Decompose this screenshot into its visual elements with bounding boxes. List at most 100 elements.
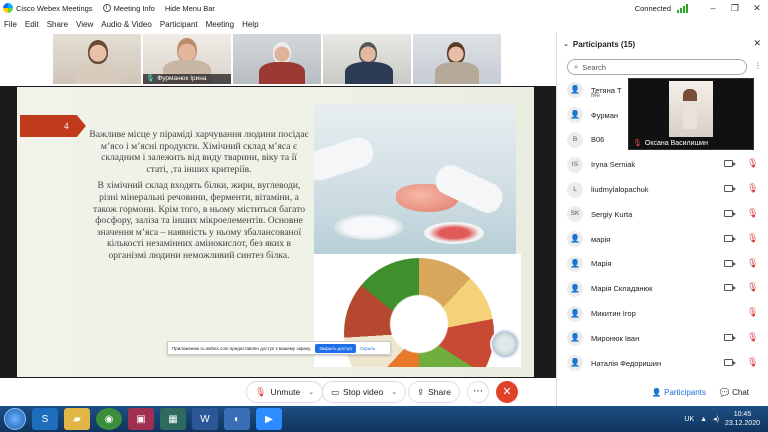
start-button[interactable] (4, 408, 26, 430)
share-notice-text: Приложению ru.webex.com предоставлен дос… (172, 345, 312, 351)
camera-icon (724, 259, 736, 267)
clock[interactable]: 10:45 23.12.2020 (725, 410, 760, 428)
participant-name: Наталія Федоришин (591, 358, 662, 368)
unmute-button[interactable]: 🎙 Unmute ⌄ (246, 381, 324, 403)
video-thumbnail-strip: 🎙 Фурманюк Ірина (0, 32, 556, 86)
restore-icon[interactable]: ❐ (724, 3, 746, 14)
collapse-chevron-icon[interactable]: ⌄ (563, 40, 569, 48)
menu-participant[interactable]: Participant (160, 20, 198, 29)
hide-notice-button[interactable]: Скрыть (360, 346, 375, 351)
mic-muted-icon: 🎙 (747, 356, 759, 367)
video-thumbnail[interactable] (233, 34, 321, 84)
language-indicator[interactable]: UK (684, 416, 694, 423)
participant-row[interactable]: 👤 Марія Складанюк 🎙 (557, 276, 768, 301)
mic-muted-icon: 🎙 (747, 282, 759, 293)
participant-name: Микитин Ігор (591, 309, 636, 319)
mic-muted-icon: 🎙 (747, 207, 759, 218)
panel-tabs: 👤 Participants 💬 Chat (557, 378, 768, 406)
slide-number: 4 (20, 115, 86, 137)
mic-muted-icon: 🎙 (255, 386, 267, 397)
webex-task-icon[interactable]: ◐ (224, 408, 250, 430)
chevron-down-icon[interactable]: ⌄ (308, 388, 314, 396)
participant-row[interactable]: 👤 Марія 🎙 (557, 252, 768, 277)
participant-name: Марія (591, 259, 612, 269)
network-icon[interactable]: ▲ (700, 416, 707, 423)
webex-logo-icon (3, 3, 13, 13)
screen-share-notice: Приложению ru.webex.com предоставлен дос… (167, 341, 391, 355)
minimize-icon[interactable]: – (702, 3, 724, 13)
chat-tab[interactable]: 💬 Chat (720, 388, 749, 397)
hide-menu-bar-button[interactable]: Hide Menu Bar (165, 4, 215, 13)
slide-paragraph-1: Важливе місце у піраміді харчування люди… (89, 129, 309, 175)
system-tray: UK ▲ ◂) 10:45 23.12.2020 (684, 406, 768, 432)
participants-title: Participants (15) (572, 39, 636, 49)
search-placeholder: Search (582, 62, 606, 72)
participant-name: Iryna Serniak (591, 160, 636, 170)
participant-row[interactable]: IS Iryna Serniak 🎙 (557, 152, 768, 177)
participant-name: Марія Складанюк (591, 284, 653, 294)
windows-taskbar: S ▰ ◉ ▣ ▦ W ◐ ▶ UK ▲ ◂) 10:45 23.12.2020 (0, 406, 768, 432)
menu-audio-video[interactable]: Audio & Video (101, 20, 152, 29)
thumbnail-name: Фурманюк Ірина (157, 75, 207, 82)
camera-icon: ▭ (331, 386, 340, 397)
stop-share-button[interactable]: Закрыть доступ (315, 343, 356, 353)
participant-avatar: L (567, 181, 583, 198)
unmute-label: Unmute (270, 387, 301, 397)
menu-help[interactable]: Help (242, 20, 258, 29)
zoom-icon[interactable]: ▶ (256, 408, 282, 430)
app-icon[interactable]: ▣ (128, 408, 154, 430)
search-icon: ⌕ (574, 62, 579, 71)
meeting-info-button[interactable]: Meeting Info (114, 4, 155, 13)
end-meeting-button[interactable]: ✕ (496, 381, 518, 403)
menu-view[interactable]: View (76, 20, 93, 29)
close-panel-icon[interactable]: ✕ (753, 38, 761, 49)
participant-name: Миронюк Іван (591, 333, 640, 343)
participants-tab[interactable]: 👤 Participants (652, 388, 706, 397)
file-explorer-icon[interactable]: ▰ (64, 408, 90, 430)
share-button[interactable]: ⇪ Share (408, 381, 460, 403)
chrome-icon[interactable]: ◉ (96, 408, 122, 430)
participant-sub: Me (591, 92, 601, 99)
mic-muted-icon: 🎙 (747, 158, 759, 169)
video-thumbnail[interactable] (323, 34, 411, 84)
menu-edit[interactable]: Edit (25, 20, 39, 29)
participant-row[interactable]: L liudmylalopachuk 🎙 (557, 177, 768, 202)
clock-date: 23.12.2020 (724, 420, 760, 427)
video-thumbnail[interactable] (413, 34, 501, 84)
menu-bar: File Edit Share View Audio & Video Parti… (0, 17, 560, 31)
app-icon[interactable]: ▦ (160, 408, 186, 430)
participant-row[interactable]: SK Sergiy Kurta 🎙 (557, 202, 768, 227)
video-thumbnail-active[interactable]: 🎙 Фурманюк Ірина (143, 34, 231, 84)
more-options-button[interactable]: ⋯ (467, 381, 489, 403)
participant-row[interactable]: 👤 Микитин Ігор 🎙 (557, 301, 768, 326)
floating-video-name: Оксана Василишин (644, 139, 708, 147)
person-icon: 👤 (567, 231, 583, 248)
floating-video-window[interactable]: 🎙 Оксана Василишин (628, 78, 754, 150)
mic-muted-icon: 🎙 (747, 257, 759, 268)
person-icon: 👤 (567, 305, 583, 322)
participant-row[interactable]: 👤 марія 🎙 (557, 227, 768, 252)
stop-video-button[interactable]: ▭ Stop video ⌄ (322, 381, 407, 403)
person-icon: 👤 (567, 355, 583, 372)
volume-icon[interactable]: ◂) (713, 415, 719, 423)
close-window-icon[interactable]: ✕ (746, 3, 768, 14)
webex-window: Cisco Webex Meetings i Meeting Info Hide… (0, 0, 768, 432)
skype-icon[interactable]: S (32, 408, 58, 430)
info-icon[interactable]: i (102, 4, 111, 12)
participant-row[interactable]: 👤 Наталія Федоришин 🎙 (557, 351, 768, 376)
word-icon[interactable]: W (192, 408, 218, 430)
video-thumbnail[interactable] (53, 34, 141, 84)
title-bar: Cisco Webex Meetings i Meeting Info Hide… (0, 0, 768, 16)
presentation-slide: 4 Важливе місце у піраміді харчування лю… (17, 87, 534, 377)
menu-share[interactable]: Share (47, 20, 68, 29)
menu-file[interactable]: File (4, 20, 17, 29)
menu-meeting[interactable]: Meeting (206, 20, 234, 29)
panel-more-icon[interactable]: ⋮ (754, 61, 762, 70)
chevron-down-icon[interactable]: ⌄ (391, 388, 397, 396)
participant-row[interactable]: 👤 Миронюк Іван 🎙 (557, 326, 768, 351)
mic-muted-icon: 🎙 (747, 232, 759, 243)
search-input[interactable]: ⌕ Search (567, 59, 747, 75)
slide-paragraph-2: В хімічний склад входять білки, жири, ву… (92, 180, 306, 261)
shared-content-stage: 4 Важливе місце у піраміді харчування лю… (0, 86, 556, 378)
slide-text: Важливе місце у піраміді харчування люди… (89, 129, 309, 267)
